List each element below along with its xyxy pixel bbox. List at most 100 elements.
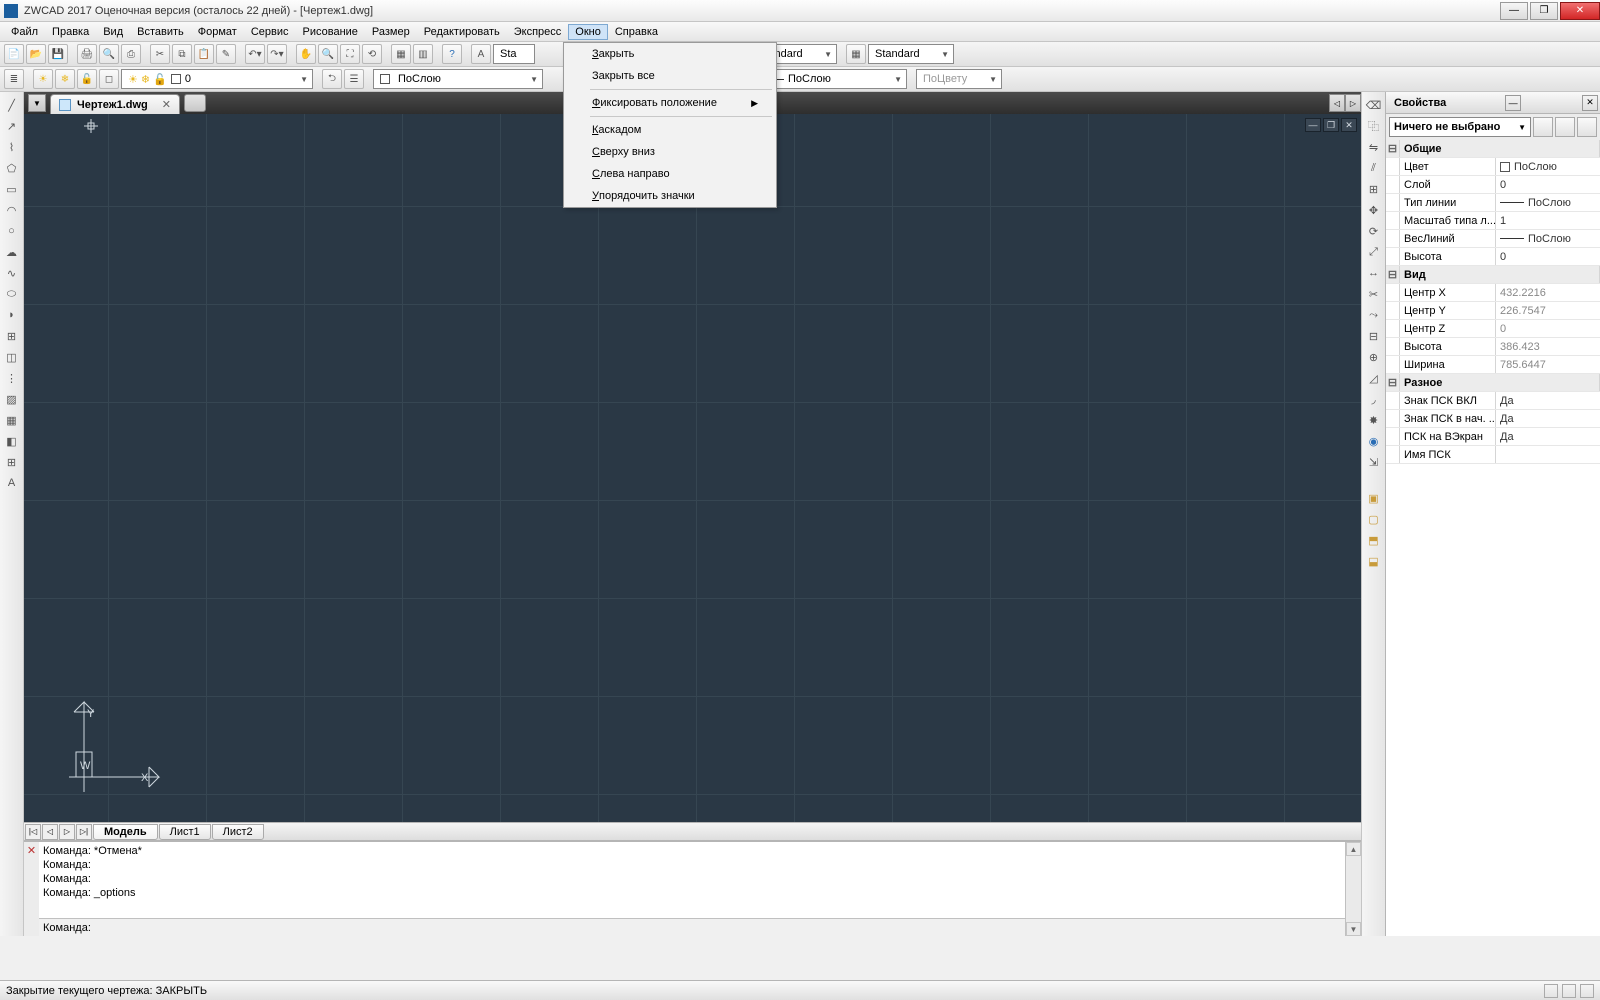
circle-icon[interactable]: ○ — [3, 222, 21, 240]
layer-manager-icon[interactable]: ≣ — [4, 69, 24, 89]
mirror-icon[interactable]: ⇋ — [1365, 138, 1383, 156]
copy-obj-icon[interactable]: ⿻ — [1365, 117, 1383, 135]
layout-nav-first[interactable]: |◁ — [25, 824, 41, 840]
trim-icon[interactable]: ✂ — [1365, 285, 1383, 303]
prop-row[interactable]: Имя ПСК — [1386, 446, 1600, 464]
menu-экспресс[interactable]: Экспресс — [507, 24, 569, 40]
prop-row[interactable]: Слой0 — [1386, 176, 1600, 194]
layer-freeze-icon[interactable]: ❄ — [55, 69, 75, 89]
prop-row[interactable]: Центр Y226.7547 — [1386, 302, 1600, 320]
properties-minimize-icon[interactable]: — — [1505, 95, 1521, 111]
arc-icon[interactable]: ◠ — [3, 201, 21, 219]
undo-icon[interactable]: ↶▾ — [245, 44, 265, 64]
layer-color-icon[interactable]: ◻ — [99, 69, 119, 89]
rectangle-icon[interactable]: ▭ — [3, 180, 21, 198]
xline-icon[interactable]: ↗ — [3, 117, 21, 135]
new-tab-button[interactable] — [184, 94, 206, 112]
tab-history-button[interactable]: ▼ — [28, 94, 46, 112]
layer-state-icon[interactable]: ☰ — [344, 69, 364, 89]
prop-row[interactable]: Масштаб типа л...1 — [1386, 212, 1600, 230]
insert-icon[interactable]: ⊞ — [3, 327, 21, 345]
publish-icon[interactable]: ⎙ — [121, 44, 141, 64]
textstyle-icon[interactable]: A — [471, 44, 491, 64]
table-icon[interactable]: ⊞ — [3, 453, 21, 471]
revcloud-icon[interactable]: ☁ — [3, 243, 21, 261]
explode-icon[interactable]: ✸ — [1365, 411, 1383, 429]
layout-nav-prev[interactable]: ◁ — [42, 824, 58, 840]
menu-item[interactable]: Упорядочить значки — [564, 185, 776, 207]
zoom-icon[interactable]: 🔍 — [318, 44, 338, 64]
menu-окно[interactable]: Окно — [568, 24, 608, 40]
prop-row[interactable]: ВесЛинийПоСлою — [1386, 230, 1600, 248]
polyline-icon[interactable]: ⌇ — [3, 138, 21, 156]
doc-minimize-icon[interactable]: — — [1305, 118, 1321, 132]
join-icon[interactable]: ⊕ — [1365, 348, 1383, 366]
purge-icon[interactable]: ◉ — [1365, 432, 1383, 450]
gradient-icon[interactable]: ▦ — [3, 411, 21, 429]
print-icon[interactable]: 🖨 — [77, 44, 97, 64]
drawing-canvas[interactable]: — ❐ ✕ Y X W — [24, 114, 1361, 822]
prop-row[interactable]: ЦветПоСлою — [1386, 158, 1600, 176]
prop-row[interactable]: Знак ПСК ВКЛДа — [1386, 392, 1600, 410]
stretch-icon[interactable]: ↔ — [1365, 264, 1383, 282]
tab-scroll-right[interactable]: ▷ — [1345, 94, 1361, 112]
spline-icon[interactable]: ∿ — [3, 264, 21, 282]
menu-item[interactable]: Слева направо — [564, 163, 776, 185]
prop-row[interactable]: Высота386.423 — [1386, 338, 1600, 356]
print-preview-icon[interactable]: 🔍 — [99, 44, 119, 64]
draworder-above-icon[interactable]: ⬒ — [1365, 531, 1383, 549]
close-button[interactable]: ✕ — [1560, 2, 1600, 20]
menu-item[interactable]: Фиксировать положение▶ — [564, 92, 776, 114]
fillet-icon[interactable]: ◞ — [1365, 390, 1383, 408]
scroll-down-icon[interactable]: ▼ — [1346, 922, 1361, 936]
layer-on-icon[interactable]: ☀ — [33, 69, 53, 89]
zoom-window-icon[interactable]: ⛶ — [340, 44, 360, 64]
menu-рисование[interactable]: Рисование — [296, 24, 365, 40]
layout-nav-next[interactable]: ▷ — [59, 824, 75, 840]
hatch-icon[interactable]: ▨ — [3, 390, 21, 408]
block-icon[interactable]: ◫ — [3, 348, 21, 366]
maximize-button[interactable]: ❐ — [1530, 2, 1558, 20]
quick-select-icon[interactable] — [1577, 117, 1597, 137]
menu-вид[interactable]: Вид — [96, 24, 130, 40]
move-icon[interactable]: ✥ — [1365, 201, 1383, 219]
mtext-icon[interactable]: A — [3, 474, 21, 492]
doc-close-icon[interactable]: ✕ — [1341, 118, 1357, 132]
toggle-pickadd-icon[interactable] — [1533, 117, 1553, 137]
array-icon[interactable]: ⊞ — [1365, 180, 1383, 198]
status-settings-icon[interactable] — [1544, 984, 1558, 998]
status-fullscreen-icon[interactable] — [1580, 984, 1594, 998]
prop-collapse-icon[interactable]: ⊟ — [1386, 374, 1400, 391]
break-icon[interactable]: ⊟ — [1365, 327, 1383, 345]
menu-item[interactable]: Сверху вниз — [564, 141, 776, 163]
menu-редактировать[interactable]: Редактировать — [417, 24, 507, 40]
draworder-back-icon[interactable]: ▢ — [1365, 510, 1383, 528]
menu-правка[interactable]: Правка — [45, 24, 96, 40]
doc-restore-icon[interactable]: ❐ — [1323, 118, 1339, 132]
file-tab[interactable]: Чертеж1.dwg ✕ — [50, 94, 180, 114]
menu-item[interactable]: Закрыть все — [564, 65, 776, 87]
region-icon[interactable]: ◧ — [3, 432, 21, 450]
menu-файл[interactable]: Файл — [4, 24, 45, 40]
menu-вставить[interactable]: Вставить — [130, 24, 191, 40]
line-icon[interactable]: ╱ — [3, 96, 21, 114]
menu-размер[interactable]: Размер — [365, 24, 417, 40]
menu-item[interactable]: Каскадом — [564, 119, 776, 141]
zoom-prev-icon[interactable]: ⟲ — [362, 44, 382, 64]
pan-icon[interactable]: ✋ — [296, 44, 316, 64]
menu-формат[interactable]: Формат — [191, 24, 244, 40]
command-input[interactable]: Команда: — [39, 918, 1345, 936]
point-icon[interactable]: ⋮ — [3, 369, 21, 387]
extend-icon[interactable]: ⤳ — [1365, 306, 1383, 324]
minimize-button[interactable]: — — [1500, 2, 1528, 20]
menu-справка[interactable]: Справка — [608, 24, 665, 40]
prop-row[interactable]: Центр Z0 — [1386, 320, 1600, 338]
prop-row[interactable]: Знак ПСК в нач. ...Да — [1386, 410, 1600, 428]
prop-row[interactable]: Высота0 — [1386, 248, 1600, 266]
status-tray-icon[interactable] — [1562, 984, 1576, 998]
layout-tab-2[interactable]: Лист2 — [212, 824, 264, 840]
chamfer-icon[interactable]: ◿ — [1365, 369, 1383, 387]
save-icon[interactable]: 💾 — [48, 44, 68, 64]
textstyle-combo-partial[interactable]: Sta — [493, 44, 535, 64]
ellipse-icon[interactable]: ⬭ — [3, 285, 21, 303]
